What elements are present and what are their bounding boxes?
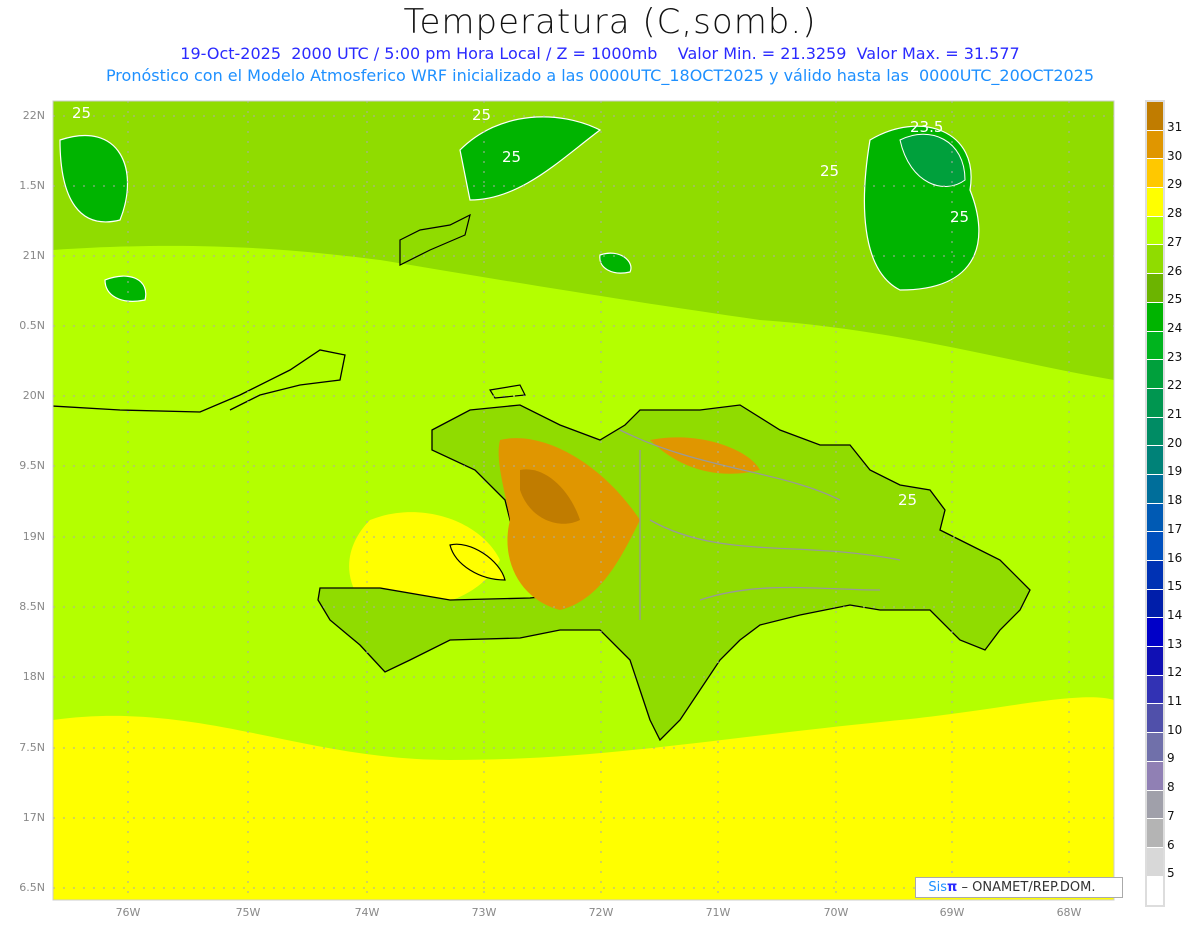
legend-label: 27 bbox=[1167, 234, 1183, 249]
lat-label: 0.5N bbox=[19, 319, 45, 332]
legend-label: 19 bbox=[1167, 464, 1183, 479]
legend-swatch bbox=[1147, 503, 1163, 533]
legend-label: 22 bbox=[1167, 378, 1183, 393]
legend-label: 10 bbox=[1167, 722, 1183, 737]
legend-swatch bbox=[1147, 704, 1163, 734]
lon-label: 73W bbox=[471, 906, 497, 919]
contour-label: 25 bbox=[502, 148, 521, 166]
legend-label: 18 bbox=[1167, 493, 1183, 508]
legend-label: 26 bbox=[1167, 263, 1183, 278]
legend-label: 29 bbox=[1167, 177, 1183, 192]
color-legend-bar bbox=[1145, 100, 1165, 908]
lat-label: 6.5N bbox=[19, 881, 45, 894]
lon-label: 75W bbox=[235, 906, 261, 919]
lon-label: 71W bbox=[705, 906, 731, 919]
legend-swatch bbox=[1147, 302, 1163, 332]
legend-swatch bbox=[1147, 446, 1163, 475]
contour-label: 25 bbox=[898, 491, 917, 509]
contour-label: 23.5 bbox=[910, 118, 943, 136]
lat-label: 21N bbox=[22, 249, 45, 262]
legend-label: 24 bbox=[1167, 320, 1183, 335]
legend-label: 13 bbox=[1167, 636, 1183, 651]
logo-pi: π bbox=[947, 880, 958, 895]
onamet-logo: Sisπ – ONAMET/REP.DOM. bbox=[915, 877, 1123, 898]
lon-label: 69W bbox=[939, 906, 965, 919]
legend-swatch bbox=[1147, 274, 1163, 303]
contour-label: 25 bbox=[820, 162, 839, 180]
legend-swatch bbox=[1147, 388, 1163, 418]
legend-label: 11 bbox=[1167, 694, 1183, 708]
contour-label: 25 bbox=[472, 106, 491, 124]
legend-swatch bbox=[1147, 188, 1163, 217]
legend-swatch bbox=[1147, 647, 1163, 676]
lon-label: 76W bbox=[115, 906, 141, 919]
legend-swatch bbox=[1147, 130, 1163, 160]
legend-swatch bbox=[1147, 532, 1163, 561]
lon-label: 74W bbox=[354, 906, 380, 919]
legend-label: 21 bbox=[1167, 407, 1183, 421]
legend-label: 12 bbox=[1167, 665, 1183, 680]
legend-swatch bbox=[1147, 589, 1163, 619]
legend-label: 31 bbox=[1167, 120, 1183, 134]
logo-text: – ONAMET/REP.DOM. bbox=[957, 880, 1096, 895]
legend-label: 14 bbox=[1167, 607, 1183, 622]
lat-label: 22N bbox=[22, 109, 45, 122]
legend-swatch bbox=[1147, 618, 1163, 648]
legend-label: 6 bbox=[1167, 837, 1175, 852]
legend-label: 15 bbox=[1167, 579, 1183, 594]
legend-swatch bbox=[1147, 761, 1163, 791]
lon-label: 70W bbox=[823, 906, 849, 919]
legend-label: 16 bbox=[1167, 550, 1183, 565]
lat-label: 17N bbox=[22, 811, 45, 824]
lat-label: 18N bbox=[22, 670, 45, 683]
lat-label: 1.5N bbox=[19, 179, 45, 192]
legend-swatch bbox=[1147, 847, 1163, 877]
legend-label: 25 bbox=[1167, 292, 1183, 307]
legend-swatch bbox=[1147, 159, 1163, 189]
legend-label: 20 bbox=[1167, 435, 1183, 450]
lat-label: 19N bbox=[22, 530, 45, 543]
lon-label: 68W bbox=[1056, 906, 1082, 919]
legend-swatch bbox=[1147, 561, 1163, 590]
legend-swatch bbox=[1147, 216, 1163, 246]
logo-brand: Sis bbox=[928, 880, 948, 895]
legend-label: 8 bbox=[1167, 780, 1175, 795]
legend-label: 9 bbox=[1167, 751, 1175, 766]
legend-swatch bbox=[1147, 675, 1163, 705]
legend-swatch bbox=[1147, 360, 1163, 389]
legend-swatch bbox=[1147, 733, 1163, 762]
legend-swatch bbox=[1147, 102, 1163, 131]
lat-label: 7.5N bbox=[19, 741, 45, 754]
lat-label: 20N bbox=[22, 389, 45, 402]
legend-swatch bbox=[1147, 819, 1163, 848]
legend-label: 23 bbox=[1167, 349, 1183, 364]
legend-swatch bbox=[1147, 417, 1163, 447]
legend-label: 17 bbox=[1167, 521, 1183, 536]
legend-swatch bbox=[1147, 876, 1163, 906]
legend-label: 5 bbox=[1167, 866, 1175, 881]
legend-label: 30 bbox=[1167, 148, 1183, 163]
legend-swatch bbox=[1147, 331, 1163, 361]
contour-label: 25 bbox=[950, 208, 969, 226]
legend-swatch bbox=[1147, 790, 1163, 820]
lat-label: 8.5N bbox=[19, 600, 45, 613]
lat-label: 9.5N bbox=[19, 459, 45, 472]
legend-label: 7 bbox=[1167, 808, 1175, 823]
legend-swatch bbox=[1147, 245, 1163, 275]
temperature-map: 25 25 25 23.5 25 25 25 bbox=[52, 100, 1115, 901]
legend-label: 28 bbox=[1167, 206, 1183, 221]
lon-label: 72W bbox=[588, 906, 614, 919]
contour-label: 25 bbox=[72, 104, 91, 122]
legend-swatch bbox=[1147, 474, 1163, 504]
